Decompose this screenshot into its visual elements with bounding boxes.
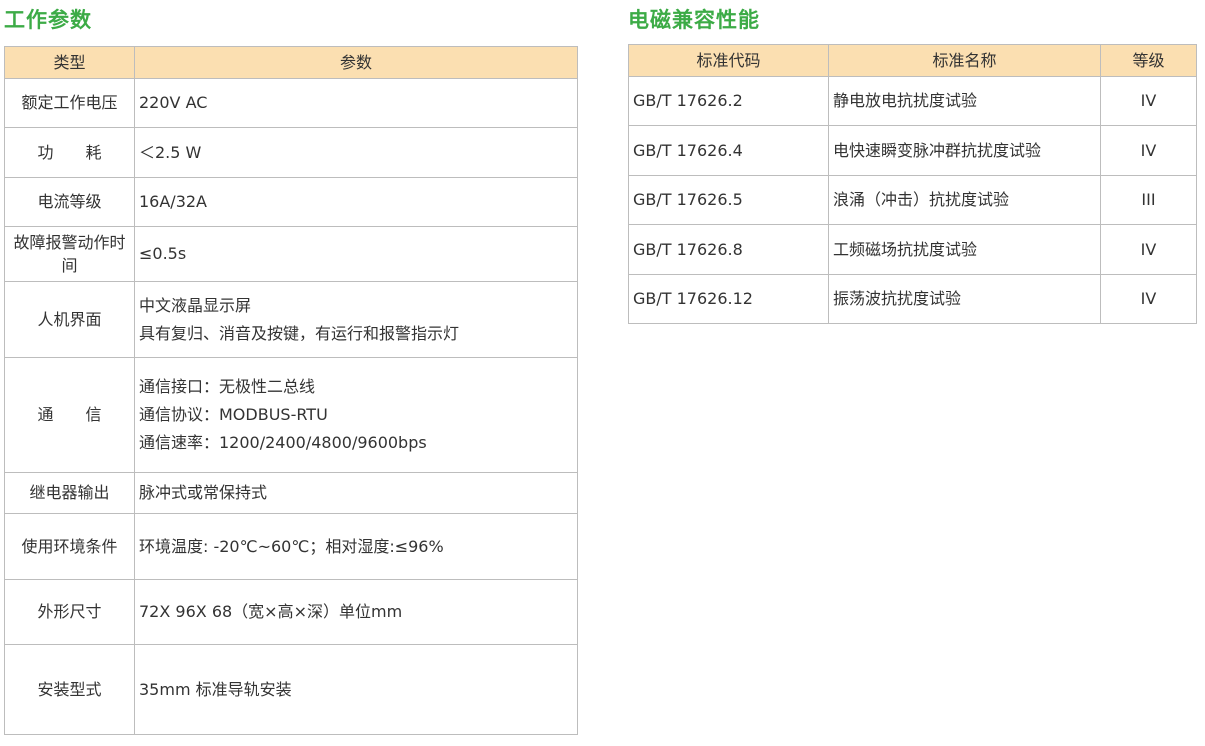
row-label-power: 功 耗 <box>4 127 135 178</box>
column-header-standard-name: 标准名称 <box>828 44 1101 77</box>
table-row: GB/T 17626.4 电快速瞬变脉冲群抗扰度试验 IV <box>628 125 1197 176</box>
table-row: 安装型式 35mm 标准导轨安装 <box>4 644 578 735</box>
row-label-communication: 通 信 <box>4 357 135 473</box>
standard-code: GB/T 17626.8 <box>628 224 829 275</box>
column-header-type: 类型 <box>4 46 135 79</box>
row-value-alarm-time: ≤0.5s <box>134 226 578 282</box>
table-row: GB/T 17626.5 浪涌（冲击）抗扰度试验 III <box>628 175 1197 225</box>
standard-name: 振荡波抗扰度试验 <box>828 274 1101 324</box>
comm-line-2: 通信协议：MODBUS-RTU <box>139 405 328 424</box>
table-row: 故障报警动作时间 ≤0.5s <box>4 226 578 282</box>
table-row: 通 信 通信接口：无极性二总线 通信协议：MODBUS-RTU 通信速率：120… <box>4 357 578 473</box>
table-row: GB/T 17626.2 静电放电抗扰度试验 IV <box>628 76 1197 126</box>
comm-line-1: 通信接口：无极性二总线 <box>139 377 316 396</box>
standard-name: 浪涌（冲击）抗扰度试验 <box>828 175 1101 225</box>
table-row: GB/T 17626.8 工频磁场抗扰度试验 IV <box>628 224 1197 275</box>
row-value-current-rating: 16A/32A <box>134 177 578 227</box>
hmi-line-1: 中文液晶显示屏 <box>139 295 252 315</box>
work-params-table: 类型 参数 额定工作电压 220V AC 功 耗 ＜2.5 W 电流等级 16A… <box>4 46 578 735</box>
hmi-line-2: 具有复归、消音及按键，有运行和报警指示灯 <box>139 323 460 343</box>
standard-level: IV <box>1100 274 1197 324</box>
standard-level: III <box>1100 175 1197 225</box>
standard-code: GB/T 17626.5 <box>628 175 829 225</box>
standard-level: IV <box>1100 125 1197 176</box>
emc-title: 电磁兼容性能 <box>628 8 760 32</box>
table-row: 电流等级 16A/32A <box>4 177 578 227</box>
row-value-communication: 通信接口：无极性二总线 通信协议：MODBUS-RTU 通信速率：1200/24… <box>134 357 578 473</box>
column-header-params: 参数 <box>134 46 578 79</box>
standard-name: 工频磁场抗扰度试验 <box>828 224 1101 275</box>
table-row: 继电器输出 脉冲式或常保持式 <box>4 472 578 514</box>
table-row: 使用环境条件 环境温度: -20℃~60℃；相对湿度:≤96% <box>4 513 578 580</box>
row-label-hmi: 人机界面 <box>4 281 135 358</box>
emc-table: 标准代码 标准名称 等级 GB/T 17626.2 静电放电抗扰度试验 IV G… <box>628 44 1197 324</box>
row-label-mounting: 安装型式 <box>4 644 135 735</box>
column-header-standard-code: 标准代码 <box>628 44 829 77</box>
emc-header-row: 标准代码 标准名称 等级 <box>628 44 1197 77</box>
table-row: GB/T 17626.12 振荡波抗扰度试验 IV <box>628 274 1197 324</box>
standard-name: 静电放电抗扰度试验 <box>828 76 1101 126</box>
table-row: 额定工作电压 220V AC <box>4 78 578 128</box>
row-value-environment: 环境温度: -20℃~60℃；相对湿度:≤96% <box>134 513 578 580</box>
column-header-level: 等级 <box>1100 44 1197 77</box>
standard-level: IV <box>1100 224 1197 275</box>
table-row: 功 耗 ＜2.5 W <box>4 127 578 178</box>
standard-level: IV <box>1100 76 1197 126</box>
work-params-header-row: 类型 参数 <box>4 46 578 79</box>
row-label-relay-output: 继电器输出 <box>4 472 135 514</box>
standard-name: 电快速瞬变脉冲群抗扰度试验 <box>828 125 1101 176</box>
standard-code: GB/T 17626.12 <box>628 274 829 324</box>
work-params-title: 工作参数 <box>4 8 92 32</box>
table-row: 人机界面 中文液晶显示屏 具有复归、消音及按键，有运行和报警指示灯 <box>4 281 578 358</box>
row-label-dimensions: 外形尺寸 <box>4 579 135 645</box>
row-label-rated-voltage: 额定工作电压 <box>4 78 135 128</box>
row-value-power: ＜2.5 W <box>134 127 578 178</box>
row-value-relay-output: 脉冲式或常保持式 <box>134 472 578 514</box>
standard-code: GB/T 17626.4 <box>628 125 829 176</box>
row-label-current-rating: 电流等级 <box>4 177 135 227</box>
row-value-mounting: 35mm 标准导轨安装 <box>134 644 578 735</box>
comm-line-3: 通信速率：1200/2400/4800/9600bps <box>139 433 427 452</box>
standard-code: GB/T 17626.2 <box>628 76 829 126</box>
row-value-hmi: 中文液晶显示屏 具有复归、消音及按键，有运行和报警指示灯 <box>134 281 578 358</box>
row-label-alarm-time: 故障报警动作时间 <box>4 226 135 282</box>
row-label-environment: 使用环境条件 <box>4 513 135 580</box>
row-value-rated-voltage: 220V AC <box>134 78 578 128</box>
row-value-dimensions: 72X 96X 68（宽×高×深）单位mm <box>134 579 578 645</box>
table-row: 外形尺寸 72X 96X 68（宽×高×深）单位mm <box>4 579 578 645</box>
